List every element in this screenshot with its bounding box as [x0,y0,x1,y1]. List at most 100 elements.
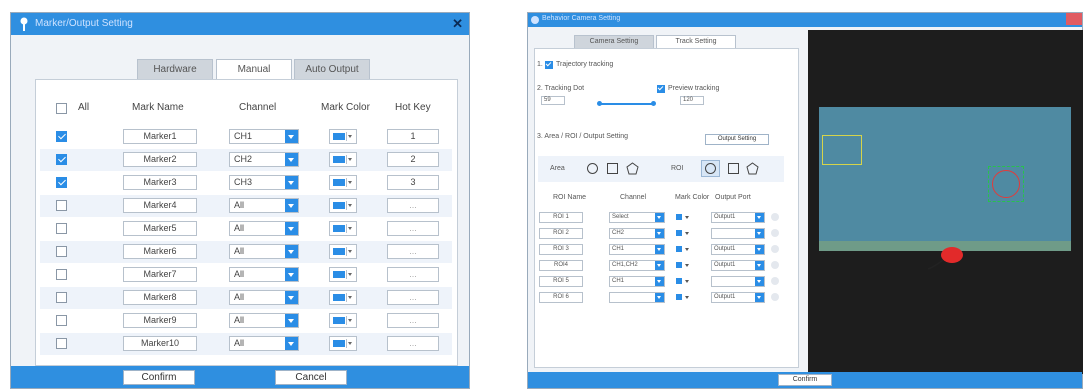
marker-checkbox[interactable] [56,177,67,188]
hot-key-field[interactable]: 1 [387,129,439,144]
roi-polygon-icon[interactable] [746,162,759,175]
mark-color-picker[interactable] [329,152,357,167]
roi-delete-icon[interactable] [771,293,779,301]
channel-select[interactable]: All [229,221,299,236]
marker-checkbox[interactable] [56,269,67,280]
mark-color-picker[interactable] [329,198,357,213]
mark-name-field[interactable]: Marker1 [123,129,197,144]
roi-channel-select[interactable]: CH1 [609,276,665,287]
hot-key-field[interactable]: ... [387,313,439,328]
roi-color-picker[interactable] [675,244,693,255]
roi-color-picker[interactable] [675,292,693,303]
roi-name-field[interactable]: ROI 5 [539,276,583,287]
cancel-button[interactable]: Cancel [275,370,347,385]
marker-checkbox[interactable] [56,338,67,349]
roi-output-port-select[interactable]: Output1 [711,212,765,223]
mark-name-field[interactable]: Marker6 [123,244,197,259]
preview-checkbox[interactable] [657,85,665,93]
roi-channel-select[interactable] [609,292,665,303]
hot-key-field[interactable]: ... [387,336,439,351]
mark-color-picker[interactable] [329,129,357,144]
roi-square-icon[interactable] [728,163,739,174]
marker-checkbox[interactable] [56,200,67,211]
mark-name-field[interactable]: Marker10 [123,336,197,351]
roi-output-port-select[interactable]: Output1 [711,244,765,255]
mark-name-field[interactable]: Marker3 [123,175,197,190]
roi-channel-select[interactable]: CH1 [609,244,665,255]
roi-output-port-select[interactable] [711,276,765,287]
select-all-checkbox[interactable] [56,103,67,114]
area-rectangle[interactable] [822,135,862,165]
mark-color-picker[interactable] [329,267,357,282]
preview-input[interactable]: 120 [680,96,704,105]
roi-name-field[interactable]: ROI 1 [539,212,583,223]
hot-key-field[interactable]: ... [387,290,439,305]
tab-camera-setting[interactable]: Camera Setting [574,35,654,48]
roi-name-field[interactable]: ROI 3 [539,244,583,255]
mark-color-picker[interactable] [329,290,357,305]
hot-key-field[interactable]: ... [387,244,439,259]
close-icon[interactable]: ✕ [452,16,463,32]
mark-color-picker[interactable] [329,175,357,190]
marker-checkbox[interactable] [56,292,67,303]
close-icon[interactable] [1066,13,1082,25]
tab-manual[interactable]: Manual [216,59,292,80]
marker-checkbox[interactable] [56,246,67,257]
channel-select[interactable]: CH2 [229,152,299,167]
roi-channel-select[interactable]: CH1,CH2 [609,260,665,271]
hot-key-field[interactable]: ... [387,198,439,213]
roi-channel-select[interactable]: Select [609,212,665,223]
marker-checkbox[interactable] [56,223,67,234]
roi-output-port-select[interactable] [711,228,765,239]
tracking-dot-input[interactable]: 59 [541,96,565,105]
roi-delete-icon[interactable] [771,229,779,237]
roi-color-picker[interactable] [675,212,693,223]
hot-key-field[interactable]: 3 [387,175,439,190]
tab-hardware[interactable]: Hardware [137,59,213,79]
channel-select[interactable]: All [229,290,299,305]
roi-color-picker[interactable] [675,228,693,239]
roi-name-field[interactable]: ROI 2 [539,228,583,239]
channel-select[interactable]: All [229,244,299,259]
camera-preview[interactable] [808,30,1083,374]
area-polygon-icon[interactable] [626,162,639,175]
mark-name-field[interactable]: Marker7 [123,267,197,282]
marker-checkbox[interactable] [56,315,67,326]
trajectory-checkbox[interactable] [545,61,553,69]
tab-track-setting[interactable]: Track Setting [656,35,736,49]
channel-select[interactable]: All [229,198,299,213]
hot-key-field[interactable]: ... [387,267,439,282]
roi-channel-select[interactable]: CH2 [609,228,665,239]
mark-name-field[interactable]: Marker5 [123,221,197,236]
mark-color-picker[interactable] [329,221,357,236]
channel-select[interactable]: All [229,336,299,351]
output-setting-button[interactable]: Output Setting [705,134,769,145]
roi-output-port-select[interactable]: Output1 [711,292,765,303]
channel-select[interactable]: All [229,313,299,328]
channel-select[interactable]: CH3 [229,175,299,190]
roi-delete-icon[interactable] [771,277,779,285]
tab-auto-output[interactable]: Auto Output [294,59,370,79]
roi-delete-icon[interactable] [771,245,779,253]
area-square-icon[interactable] [607,163,618,174]
confirm-button[interactable]: Confirm [123,370,195,385]
hot-key-field[interactable]: 2 [387,152,439,167]
mark-name-field[interactable]: Marker8 [123,290,197,305]
marker-checkbox[interactable] [56,131,67,142]
roi-color-picker[interactable] [675,260,693,271]
roi-delete-icon[interactable] [771,261,779,269]
mark-color-picker[interactable] [329,244,357,259]
roi-delete-icon[interactable] [771,213,779,221]
roi-output-port-select[interactable]: Output1 [711,260,765,271]
roi-name-field[interactable]: ROI4 [539,260,583,271]
marker-checkbox[interactable] [56,154,67,165]
roi-color-picker[interactable] [675,276,693,287]
hot-key-field[interactable]: ... [387,221,439,236]
roi-circle[interactable] [992,170,1020,198]
mark-color-picker[interactable] [329,336,357,351]
channel-select[interactable]: CH1 [229,129,299,144]
mark-name-field[interactable]: Marker9 [123,313,197,328]
roi-name-field[interactable]: ROI 6 [539,292,583,303]
area-circle-icon[interactable] [587,163,598,174]
range-slider-handle-min[interactable] [597,101,602,106]
